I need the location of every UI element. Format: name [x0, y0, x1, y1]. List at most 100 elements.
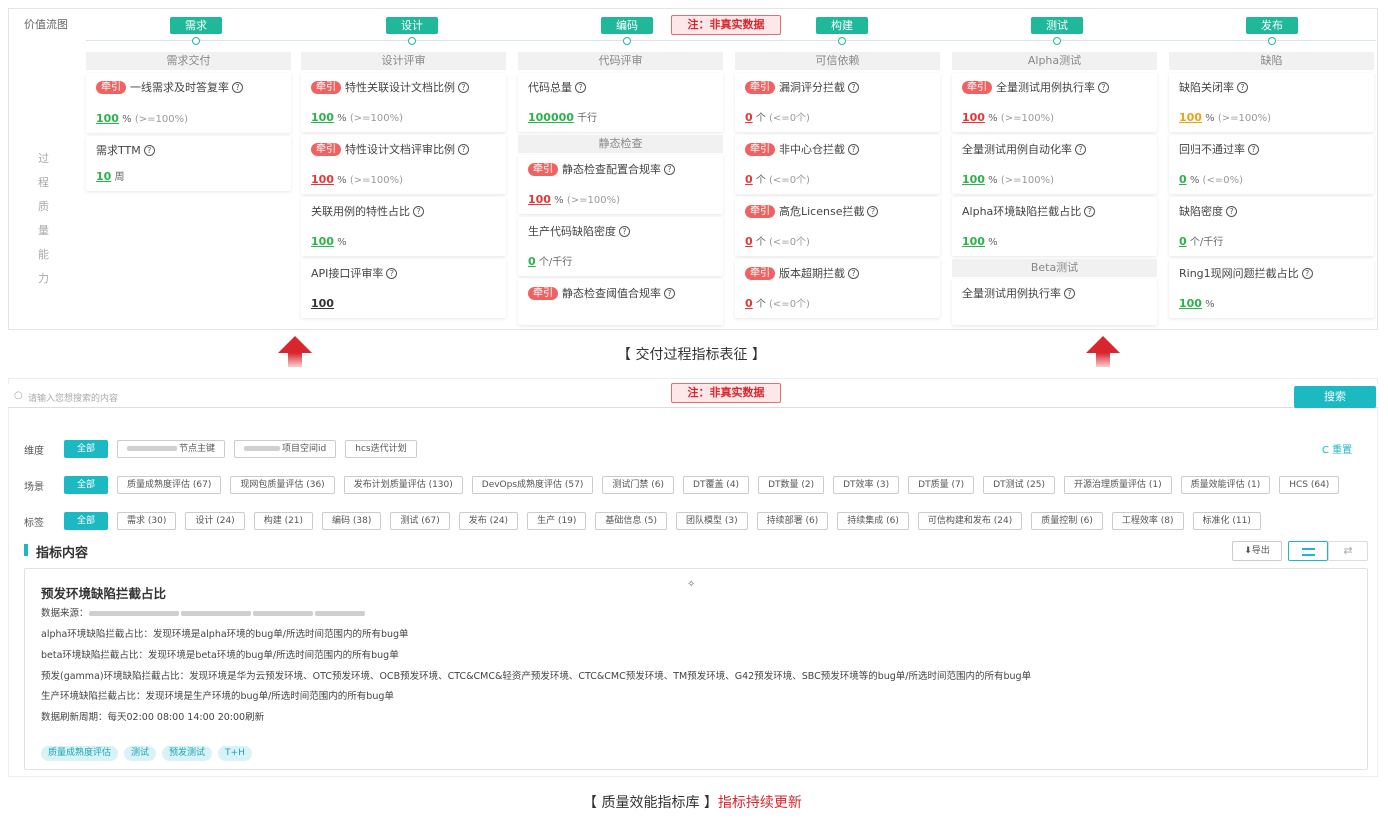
- help-icon[interactable]: ?: [413, 205, 424, 217]
- filter-chip[interactable]: 标准化 (11): [1192, 512, 1261, 530]
- filter-chip[interactable]: 需求 (30): [117, 512, 177, 530]
- metric-card[interactable]: 生产代码缺陷密度? 0 个/千行: [518, 217, 723, 276]
- search-button[interactable]: 搜索: [1294, 386, 1376, 408]
- help-icon[interactable]: ?: [1301, 267, 1313, 279]
- filter-chip[interactable]: 测试门禁 (6): [602, 476, 675, 494]
- metric-name-row: 牵引 静态检查阈值合规率?: [528, 285, 717, 301]
- help-icon[interactable]: ?: [458, 81, 469, 93]
- search-input[interactable]: 请输入您想搜索的内容: [28, 391, 118, 404]
- help-icon[interactable]: ?: [1237, 81, 1248, 93]
- metric-card[interactable]: 牵引 版本超期拦截? 0 个 (<=0个): [735, 259, 940, 318]
- help-icon[interactable]: ?: [664, 163, 675, 175]
- metric-card[interactable]: 牵引 漏洞评分拦截? 0 个 (<=0个): [735, 73, 940, 132]
- help-icon[interactable]: ?: [1084, 205, 1096, 217]
- tag[interactable]: T+H: [218, 746, 252, 761]
- filter-chip[interactable]: 质量成熟度评估 (67): [117, 476, 222, 494]
- filter-chip[interactable]: 全部: [64, 476, 109, 494]
- help-icon[interactable]: ?: [143, 144, 155, 156]
- metric-card[interactable]: 牵引 静态检查阈值合规率?: [518, 279, 723, 325]
- filter-chip[interactable]: hcs迭代计划: [345, 440, 417, 458]
- metric-card[interactable]: 牵引 全量测试用例执行率? 100 % (>=100%): [952, 73, 1157, 132]
- filter-chip[interactable]: 可信构建和发布 (24): [917, 512, 1023, 530]
- filter-chip[interactable]: 设计 (24): [185, 512, 245, 530]
- metric-card[interactable]: 牵引 高危License拦截? 0 个 (<=0个): [735, 197, 940, 256]
- filter-chip[interactable]: 生产 (19): [527, 512, 587, 530]
- help-icon[interactable]: ?: [1075, 143, 1086, 155]
- help-icon[interactable]: ?: [1226, 205, 1237, 217]
- metric-card[interactable]: 牵引 一线需求及时答复率? 100 % (>=100%): [86, 73, 291, 133]
- filter-chip[interactable]: 工程效率 (8): [1111, 512, 1184, 530]
- filter-chip[interactable]: 基础信息 (5): [595, 512, 668, 530]
- metric-card[interactable]: 关联用例的特性占比? 100 %: [301, 197, 506, 256]
- filter-chip[interactable]: 编码 (38): [322, 512, 382, 530]
- filter-chip[interactable]: 开源治理质量评估 (1): [1063, 476, 1172, 494]
- metric-card[interactable]: 代码总量? 100000 千行: [518, 73, 723, 132]
- metric-value: 100 % (>=100%): [528, 193, 621, 206]
- help-icon[interactable]: ?: [232, 81, 243, 93]
- filter-chip[interactable]: 节点主键: [117, 440, 226, 458]
- metric-card[interactable]: 牵引 特性设计文档评审比例? 100 % (>=100%): [301, 135, 506, 194]
- filter-chip[interactable]: 项目空间id: [234, 440, 337, 458]
- metric-value: 100: [311, 297, 334, 310]
- help-icon[interactable]: ?: [1064, 287, 1075, 299]
- help-icon[interactable]: ?: [619, 225, 630, 237]
- list-view-toggle[interactable]: [1288, 541, 1328, 561]
- filter-chip[interactable]: 发布计划质量评估 (130): [343, 476, 463, 494]
- filter-chip[interactable]: 全部: [64, 512, 109, 530]
- filter-chip[interactable]: 构建 (21): [253, 512, 314, 530]
- metric-value: 10 周: [96, 170, 125, 183]
- metric-card[interactable]: 缺陷关闭率? 100 % (>=100%): [1169, 73, 1374, 132]
- metric-card[interactable]: 牵引 静态检查配置合规率? 100 % (>=100%): [518, 155, 723, 214]
- stage-3[interactable]: 构建: [816, 17, 868, 34]
- filter-chip[interactable]: 全部: [64, 440, 109, 458]
- filter-chip[interactable]: 团队模型 (3): [676, 512, 748, 530]
- tag[interactable]: 预发测试: [162, 746, 213, 761]
- tag[interactable]: 质量成熟度评估: [41, 746, 119, 761]
- help-icon[interactable]: ?: [867, 205, 879, 217]
- metric-card[interactable]: 全量测试用例自动化率? 100 % (>=100%): [952, 135, 1157, 194]
- filter-chip[interactable]: 测试 (67): [390, 512, 450, 530]
- help-icon[interactable]: ?: [458, 143, 469, 155]
- metric-card[interactable]: API接口评审率? 100: [301, 259, 506, 318]
- filter-chip[interactable]: HCS (64): [1279, 476, 1340, 494]
- metric-card[interactable]: 缺陷密度? 0 个/千行: [1169, 197, 1374, 256]
- tag[interactable]: 测试: [124, 746, 157, 761]
- filter-chip[interactable]: DevOps成熟度评估 (57): [471, 476, 594, 494]
- stage-4[interactable]: 测试: [1031, 17, 1083, 34]
- help-icon[interactable]: ?: [848, 81, 859, 93]
- metric-card[interactable]: 回归不通过率? 0 % (<=0%): [1169, 135, 1374, 194]
- help-icon[interactable]: ?: [1248, 143, 1259, 155]
- filter-chip[interactable]: DT数量 (2): [758, 476, 825, 494]
- help-icon[interactable]: ?: [386, 267, 398, 279]
- metric-card[interactable]: Alpha环境缺陷拦截占比? 100 %: [952, 197, 1157, 256]
- filter-chip[interactable]: 质量控制 (6): [1031, 512, 1103, 530]
- metric-value: 100 % (>=100%): [962, 173, 1055, 186]
- filter-chip[interactable]: 发布 (24): [458, 512, 519, 530]
- filter-chip[interactable]: 持续部署 (6): [756, 512, 829, 530]
- filter-chip[interactable]: 质量效能评估 (1): [1180, 476, 1271, 494]
- stage-5[interactable]: 发布: [1246, 17, 1298, 34]
- filter-chip[interactable]: DT覆盖 (4): [683, 476, 750, 494]
- stage-1[interactable]: 设计: [386, 17, 438, 34]
- filter-chip[interactable]: 现网包质量评估 (36): [230, 476, 335, 494]
- filter-chip[interactable]: 持续集成 (6): [837, 512, 909, 530]
- metric-card[interactable]: 全量测试用例执行率?: [952, 279, 1157, 325]
- arrow-up-icon: [278, 336, 312, 353]
- help-icon[interactable]: ?: [848, 143, 859, 155]
- stage-2[interactable]: 编码: [601, 17, 653, 34]
- export-button[interactable]: ⬇导出: [1232, 541, 1282, 561]
- metric-card[interactable]: 牵引 非中心仓拦截? 0 个 (<=0个): [735, 135, 940, 194]
- card-view-toggle[interactable]: ⇄: [1328, 541, 1368, 561]
- filter-chip[interactable]: DT效率 (3): [833, 476, 900, 494]
- filter-chip[interactable]: DT测试 (25): [983, 476, 1055, 494]
- stage-0[interactable]: 需求: [170, 17, 222, 34]
- metric-card[interactable]: 牵引 特性关联设计文档比例? 100 % (>=100%): [301, 73, 506, 132]
- help-icon[interactable]: ?: [1098, 81, 1109, 93]
- help-icon[interactable]: ?: [848, 267, 859, 279]
- help-icon[interactable]: ?: [664, 287, 675, 299]
- filter-chip[interactable]: DT质量 (7): [908, 476, 975, 494]
- help-icon[interactable]: ?: [575, 81, 586, 93]
- metric-card[interactable]: Ring1现网问题拦截占比? 100 %: [1169, 259, 1374, 318]
- reset-button[interactable]: C 重置: [1322, 441, 1352, 456]
- metric-card[interactable]: 需求TTM? 10 周: [86, 136, 291, 191]
